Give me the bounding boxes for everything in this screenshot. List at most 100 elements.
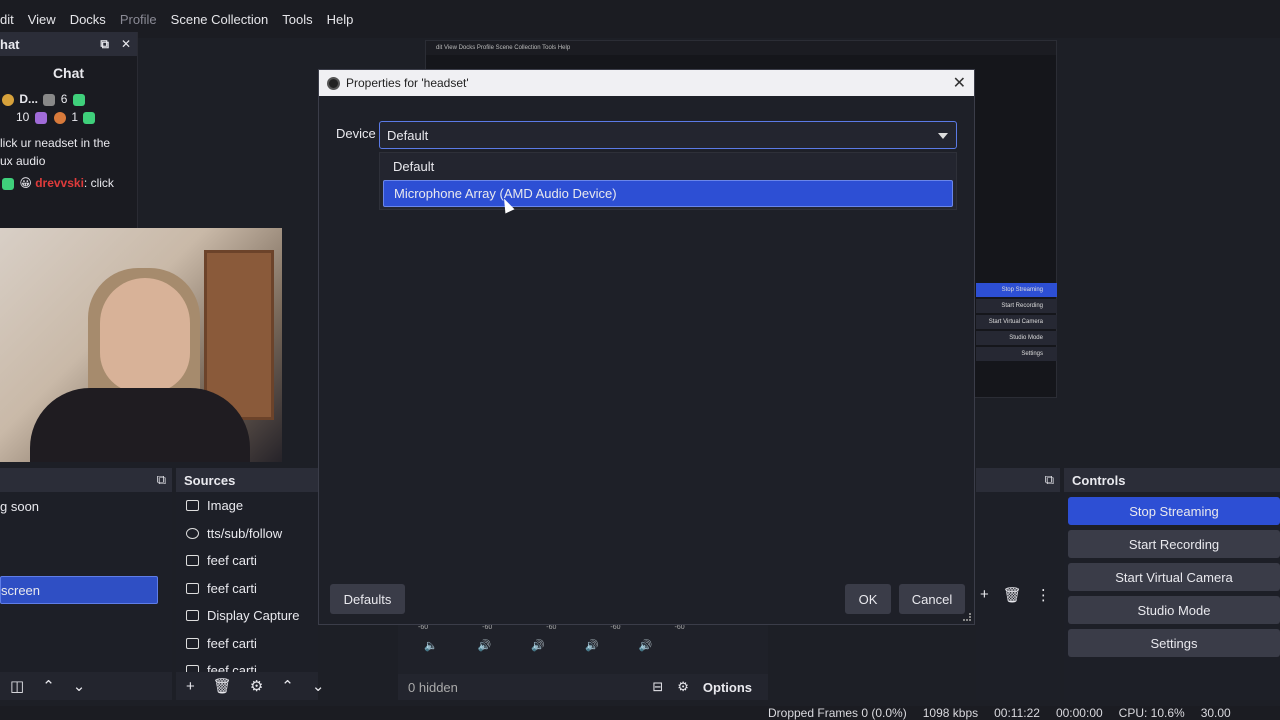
dialog-titlebar: Properties for 'headset' ✕ (319, 70, 974, 96)
menu-edit[interactable]: dit (0, 12, 14, 27)
avatar (2, 93, 14, 106)
source-label: feef carti (207, 580, 257, 596)
source-label: tts/sub/follow (207, 525, 283, 541)
float-icon[interactable]: ⧉ (100, 37, 109, 52)
source-label: Image (207, 498, 244, 514)
dialog-title: Properties for 'headset' (346, 76, 469, 90)
source-item[interactable]: Image (176, 492, 318, 520)
source-item[interactable]: tts/sub/follow (176, 520, 318, 548)
trash-icon[interactable]: 🗑 (1003, 586, 1022, 604)
settings-button[interactable]: Settings (1068, 629, 1280, 657)
menu-tools[interactable]: Tools (282, 12, 312, 27)
image-icon (186, 500, 199, 512)
chat-username[interactable]: drevvski (35, 176, 84, 190)
device-select[interactable]: Default (379, 121, 957, 149)
db-label: -60 (546, 624, 557, 631)
record-time: 00:00:00 (1055, 706, 1103, 720)
source-label: feef carti (207, 553, 257, 569)
speaker-icon[interactable]: 🔊 (478, 639, 492, 652)
source-label: Display Capture (207, 608, 300, 624)
start-virtual-camera-button[interactable]: Start Virtual Camera (1068, 563, 1280, 591)
down-arrow-icon[interactable]: ⌄ (312, 677, 325, 695)
fps: 30.00 (1200, 706, 1231, 720)
trash-icon[interactable]: 🗑 (213, 677, 232, 695)
db-label: -60 (418, 624, 429, 631)
add-icon[interactable]: + (980, 586, 989, 604)
scene-item[interactable]: g soon (0, 492, 172, 520)
chat-dock-titlebar: hat ⧉ ✕ (0, 32, 137, 56)
float-icon[interactable]: ⧉ (157, 472, 166, 488)
menubar: dit View Docks Profile Scene Collection … (0, 0, 1280, 38)
db-label: -60 (674, 624, 685, 631)
defaults-button[interactable]: Defaults (330, 584, 405, 614)
controls-dock: Controls Stop Streaming Start Recording … (1064, 468, 1280, 700)
badge-count: 10 (16, 110, 30, 124)
chat-username[interactable]: D... (19, 92, 38, 106)
start-recording-button[interactable]: Start Recording (1068, 530, 1280, 558)
gear-icon[interactable]: ⚙ (250, 677, 263, 695)
sources-dock: Sources Image tts/sub/follow feef carti … (176, 468, 324, 700)
up-arrow-icon[interactable]: ⌃ (42, 677, 55, 695)
dropdown-option-highlighted[interactable]: Microphone Array (AMD Audio Device) (383, 180, 953, 207)
cpu-usage: CPU: 10.6% (1118, 706, 1185, 720)
scenes-toolbar: ◫ ⌃ ⌄ (0, 672, 172, 700)
gift-badge-icon (83, 111, 96, 124)
db-label: -60 (482, 624, 493, 631)
nested-control: Stop Streaming (976, 283, 1057, 297)
stop-streaming-button[interactable]: Stop Streaming (1068, 497, 1280, 525)
image-icon (186, 582, 199, 594)
nested-menubar: dit View Docks Profile Scene Collection … (426, 41, 1056, 55)
options-button[interactable]: Options (703, 680, 752, 695)
browser-icon (186, 527, 199, 539)
obs-logo-icon (327, 76, 340, 90)
source-label: feef carti (207, 635, 257, 651)
cancel-button[interactable]: Cancel (899, 584, 965, 614)
badge-icon (2, 177, 14, 190)
source-item[interactable]: feef carti (176, 547, 318, 575)
nested-control: Start Recording (976, 299, 1057, 313)
source-item[interactable]: feef carti (176, 575, 318, 603)
image-icon (186, 555, 199, 567)
source-item[interactable]: feef carti (176, 630, 318, 658)
resize-grip-icon[interactable] (963, 613, 971, 621)
scene-item-selected[interactable]: screen (0, 576, 158, 604)
transitions-title: ⧉ (976, 468, 1060, 492)
device-label: Device (336, 126, 376, 141)
hidden-count: 0 hidden (408, 679, 458, 695)
properties-dialog: Properties for 'headset' ✕ Device Defaul… (318, 69, 975, 625)
mute-icon[interactable]: 🔈 (424, 639, 438, 652)
nested-control: Settings (976, 347, 1057, 361)
studio-mode-button[interactable]: Studio Mode (1068, 596, 1280, 624)
speaker-icon[interactable]: 🔊 (531, 639, 545, 652)
speaker-icon[interactable]: 🔊 (639, 639, 653, 652)
source-item[interactable]: Display Capture (176, 602, 318, 630)
more-icon[interactable]: ⋮ (1036, 586, 1051, 604)
nested-controls: Stop Streaming Start Recording Start Vir… (976, 283, 1057, 363)
sources-toolbar: + 🗑 ⚙ ⌃ ⌄ (176, 672, 324, 700)
gear-icon[interactable]: ⚙ (677, 679, 689, 695)
close-icon[interactable]: ✕ (121, 37, 131, 52)
chat-user-row: D... 6 (0, 90, 137, 108)
sub-badge-icon (43, 93, 56, 106)
chat-message: lick ur neadset in the (0, 136, 111, 150)
menu-docks[interactable]: Docks (70, 12, 106, 27)
dropdown-option[interactable]: Default (380, 153, 956, 180)
menu-view[interactable]: View (28, 12, 56, 27)
speaker-icon[interactable]: 🔊 (585, 639, 599, 652)
menu-help[interactable]: Help (327, 12, 354, 27)
nested-control: Studio Mode (976, 331, 1057, 345)
stream-time: 00:11:22 (994, 706, 1040, 720)
close-icon[interactable]: ✕ (953, 73, 966, 93)
layout-icon[interactable]: ⊟ (652, 679, 663, 695)
chat-message-text: : click (83, 176, 114, 190)
up-arrow-icon[interactable]: ⌃ (281, 677, 294, 695)
menu-profile[interactable]: Profile (120, 12, 157, 27)
filter-icon[interactable]: ◫ (10, 677, 24, 695)
transitions-dock: ⧉ + 🗑 ⋮ (976, 468, 1060, 700)
float-icon[interactable]: ⧉ (1045, 472, 1054, 488)
device-dropdown: Default Microphone Array (AMD Audio Devi… (379, 152, 957, 210)
menu-scene-collection[interactable]: Scene Collection (171, 12, 269, 27)
add-icon[interactable]: + (186, 678, 195, 695)
down-arrow-icon[interactable]: ⌄ (73, 677, 86, 695)
ok-button[interactable]: OK (845, 584, 891, 614)
